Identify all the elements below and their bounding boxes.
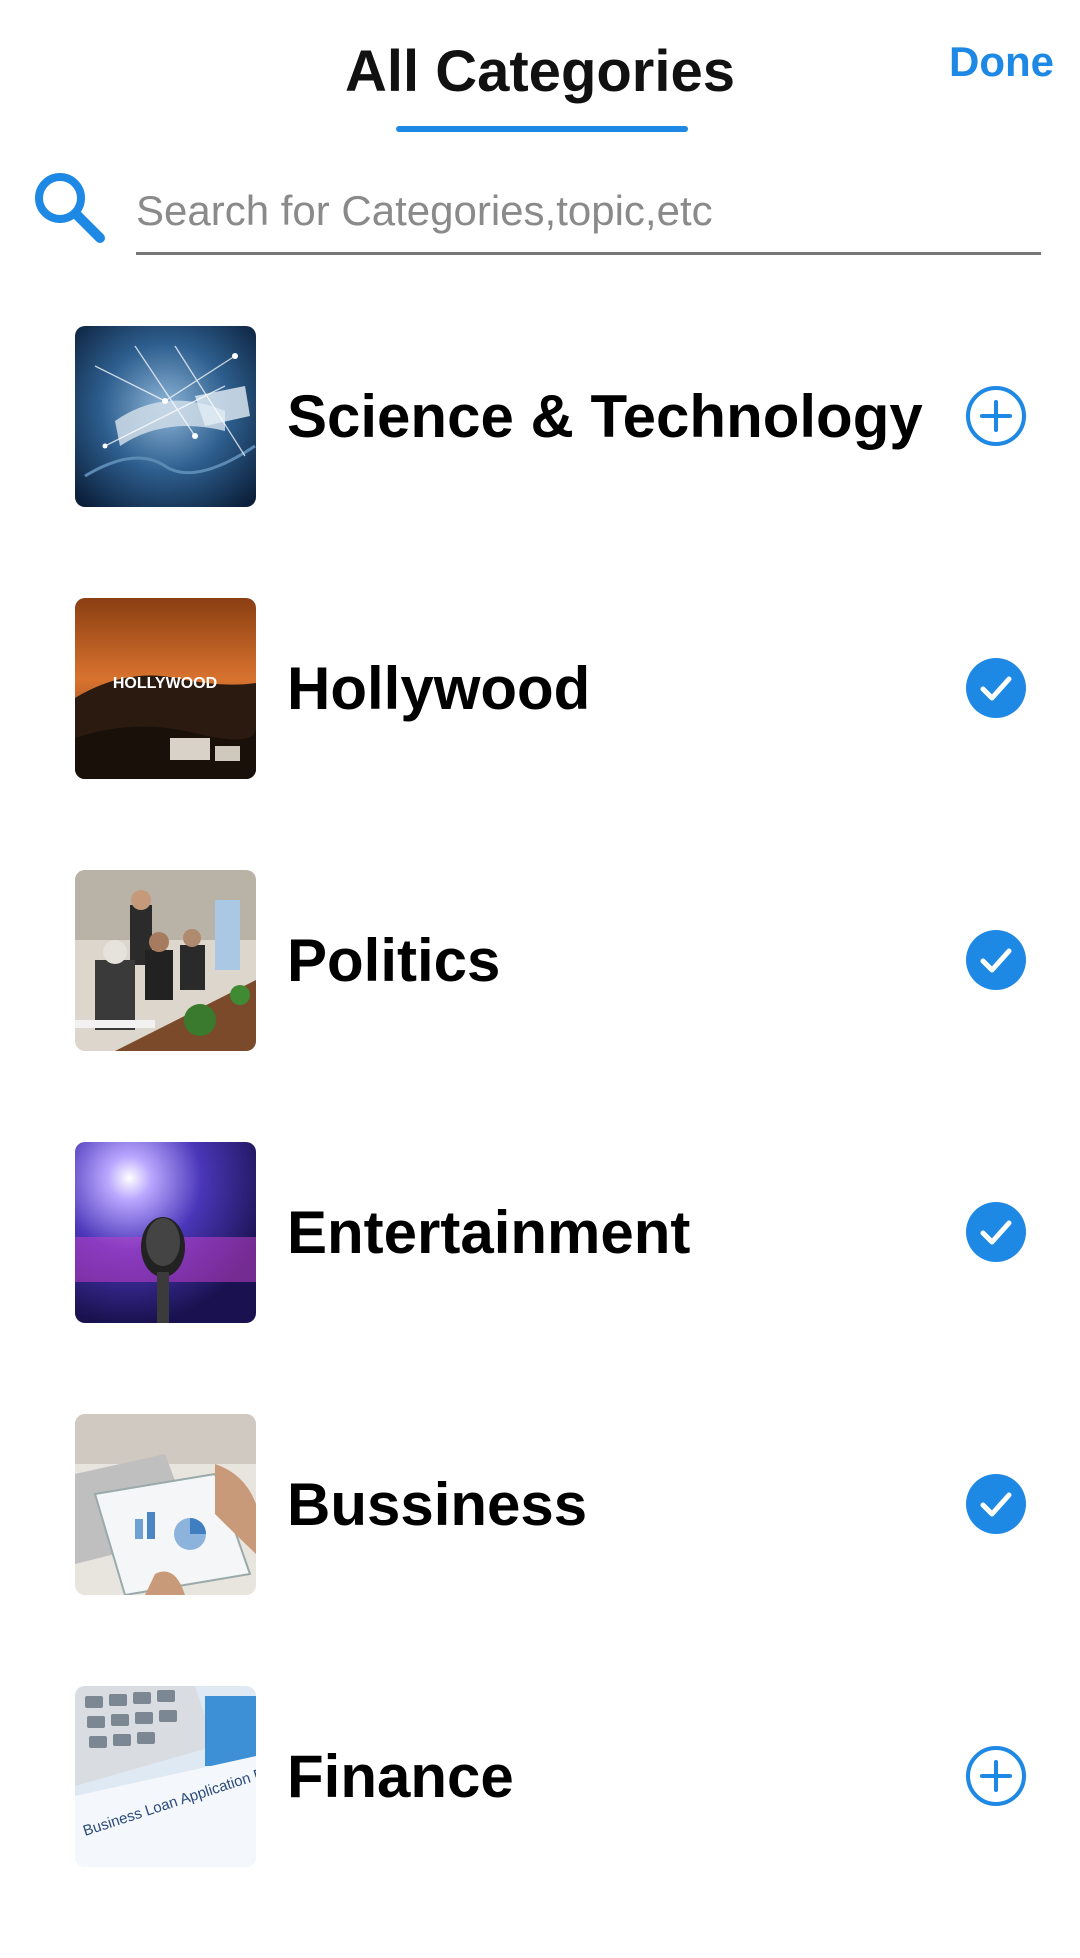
hollywood-thumbnail: HOLLYWOOD	[75, 598, 256, 779]
category-label: Entertainment	[287, 1199, 691, 1266]
svg-text:HOLLYWOOD: HOLLYWOOD	[113, 675, 217, 692]
page-title: All Categories	[345, 39, 735, 104]
entertainment-thumbnail	[75, 1142, 256, 1323]
category-item-hollywood[interactable]: HOLLYWOOD Hollywood	[0, 598, 1080, 870]
category-item-bussiness[interactable]: Bussiness	[0, 1414, 1080, 1686]
category-item-science-technology[interactable]: Science & Technology	[0, 326, 1080, 598]
politics-thumbnail	[75, 870, 256, 1051]
selected-category-button[interactable]	[965, 1473, 1027, 1535]
category-label: Science & Technology	[287, 383, 923, 450]
category-item-finance[interactable]: Business Loan Application Form Finance	[0, 1686, 1080, 1958]
category-item-politics[interactable]: Politics	[0, 870, 1080, 1142]
finance-thumbnail: Business Loan Application Form	[75, 1686, 256, 1867]
check-circle-icon	[966, 658, 1026, 718]
plus-circle-icon	[966, 386, 1026, 446]
selected-category-button[interactable]	[965, 929, 1027, 991]
category-list: Science & Technology HOLLYWOOD Hollywood…	[0, 326, 1080, 1958]
category-item-entertainment[interactable]: Entertainment	[0, 1142, 1080, 1414]
search-icon[interactable]	[28, 166, 108, 246]
add-category-button[interactable]	[965, 1745, 1027, 1807]
check-circle-icon	[966, 930, 1026, 990]
header: All Categories Done	[0, 0, 1080, 140]
check-circle-icon	[966, 1202, 1026, 1262]
add-category-button[interactable]	[965, 385, 1027, 447]
selected-category-button[interactable]	[965, 657, 1027, 719]
plus-circle-icon	[966, 1746, 1026, 1806]
category-label: Bussiness	[287, 1471, 588, 1538]
search-input[interactable]	[136, 176, 1041, 255]
selected-category-button[interactable]	[965, 1201, 1027, 1263]
bussiness-thumbnail	[75, 1414, 256, 1595]
title-underline	[396, 126, 688, 132]
done-button[interactable]: Done	[949, 38, 1054, 86]
category-label: Politics	[287, 927, 501, 994]
category-label: Hollywood	[287, 655, 591, 722]
science-technology-thumbnail	[75, 326, 256, 507]
category-label: Finance	[287, 1743, 514, 1810]
check-circle-icon	[966, 1474, 1026, 1534]
